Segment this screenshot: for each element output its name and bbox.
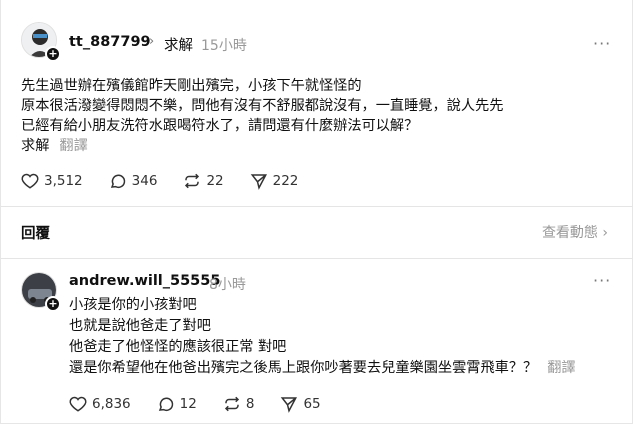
like-count: 3,512 — [44, 173, 83, 189]
like-button[interactable]: 6,836 — [69, 395, 131, 413]
repost-count: 8 — [245, 396, 255, 412]
reply-line-4-text: 還是你希望他在他爸出殯完之後馬上跟你吵著要去兒童樂園坐雲霄飛車？？ — [69, 360, 538, 376]
repost-icon — [224, 396, 239, 412]
divider — [1, 206, 633, 207]
comment-count: 12 — [179, 396, 197, 412]
like-count: 6,836 — [92, 396, 131, 412]
repost-icon — [185, 173, 200, 189]
like-button[interactable]: 3,512 — [21, 172, 83, 190]
reply-line-4: 還是你希望他在他爸出殯完之後馬上跟你吵著要去兒童樂園坐雲霄飛車？？ 翻譯 — [69, 358, 576, 378]
reply-line-3: 他爸走了他怪怪的應該很正常 對吧 — [69, 339, 287, 355]
post-time: 15小時 — [201, 38, 247, 54]
post-hashtag-text: 求解 — [21, 138, 50, 154]
view-activity-link[interactable]: 查看動態 › — [542, 222, 608, 242]
post-line-4: 求解 翻譯 — [21, 136, 88, 156]
repost-button[interactable]: 22 — [183, 172, 224, 190]
post-line-1: 先生過世辦在殯儀館昨天剛出殯完，小孩下午就怪怪的 — [21, 78, 362, 94]
thread-panel: + tt_887799 › 求解 15小時 ··· 先生過世辦在殯儀館昨天剛出殯… — [0, 0, 633, 424]
comment-icon — [158, 397, 173, 411]
comment-count: 346 — [131, 173, 158, 189]
divider — [1, 258, 633, 259]
replies-label: 回覆 — [21, 226, 50, 242]
comment-button[interactable]: 12 — [157, 395, 197, 413]
send-icon — [250, 174, 267, 190]
share-count: 222 — [272, 173, 299, 189]
comment-icon — [110, 174, 125, 188]
comment-button[interactable]: 346 — [109, 172, 158, 190]
reply-line-2: 也就是說他爸走了對吧 — [69, 318, 211, 334]
reply-username[interactable]: andrew.will_55555 — [69, 273, 220, 289]
reply-time: 8小時 — [209, 277, 246, 293]
post-tag[interactable]: 求解 — [164, 34, 193, 55]
reply-line-1: 小孩是你的小孩對吧 — [69, 297, 197, 313]
reply-avatar[interactable]: + — [21, 272, 61, 312]
post-line-3: 已經有給小朋友洗符水跟喝符水了，請問還有什麼辦法可以解？ — [21, 118, 419, 134]
reply-actions: 6,836 12 8 65 — [69, 393, 347, 415]
share-count: 65 — [303, 396, 321, 412]
post-avatar[interactable]: + — [21, 22, 61, 62]
repost-button[interactable]: 8 — [223, 395, 255, 413]
translate-link[interactable]: 翻譯 — [547, 360, 575, 376]
follow-plus-icon[interactable]: + — [45, 296, 61, 312]
post-actions: 3,512 346 22 222 — [21, 170, 324, 192]
send-icon — [281, 397, 298, 413]
translate-link[interactable]: 翻譯 — [59, 138, 87, 154]
heart-icon — [69, 396, 87, 412]
share-button[interactable]: 222 — [250, 172, 299, 190]
share-button[interactable]: 65 — [280, 395, 321, 413]
chevron-right-icon: › — [149, 34, 155, 49]
post-line-2: 原本很活潑變得悶悶不樂，問他有沒有不舒服都說沒有，一直睡覺，說人先先 — [21, 98, 504, 114]
more-options-icon[interactable]: ··· — [593, 34, 611, 53]
more-options-icon[interactable]: ··· — [593, 271, 611, 290]
repost-count: 22 — [206, 173, 224, 189]
heart-icon — [21, 173, 39, 189]
follow-plus-icon[interactable]: + — [45, 46, 61, 62]
post-username[interactable]: tt_887799 — [69, 34, 151, 50]
